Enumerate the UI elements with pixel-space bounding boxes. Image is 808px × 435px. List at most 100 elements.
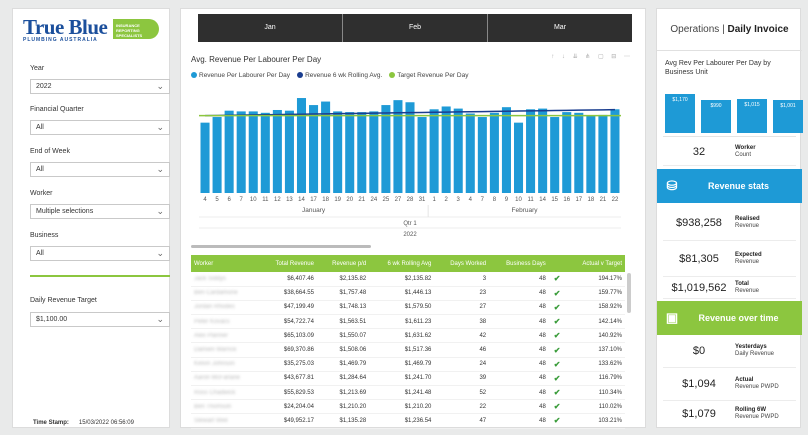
table-row[interactable]: Kelvin Johnson $35,275.03 $1,469.79 $1,469.… [191,357,625,372]
table-cell: $1,210.20 [316,399,370,415]
table-cell: $1,757.48 [316,286,370,301]
table-body: Jack Siddys $6,407.46 $2,135.82 $2,135.82 3 4… [191,272,625,429]
table-cell: Ben Cardamone [191,286,259,301]
chart-bar [369,111,379,193]
table-row[interactable]: Jordan Rhodes $47,199.49 $1,748.13 $1,579.5… [191,300,625,316]
filter-worker-select[interactable]: Multiple selections ⌄ [30,204,170,219]
stat-expected-value: $81,305 [679,252,719,265]
stat-actual-label: Actual Revenue PWPD [735,377,796,391]
chart-bar [393,100,403,193]
divider [663,136,796,137]
business-unit-bar: $1,015 [737,99,767,133]
x-tick-label: 11 [262,197,269,203]
table-cell: 159.77% [565,286,625,301]
table-scrollbar[interactable] [627,273,631,313]
filter-quarter-select[interactable]: All ⌄ [30,120,170,135]
stat-actual-label-main: Actual [735,377,754,383]
column-header[interactable]: Revenue p/d [316,255,370,272]
table-row[interactable]: Alex Planner $65,103.09 $1,550.07 $1,631.62… [191,328,625,344]
check-icon: ✔ [548,371,566,387]
month-slicer: Jan Feb Mar [198,14,632,42]
table-row[interactable]: Damien Warrick $69,370.86 $1,508.06 $1,517.… [191,342,625,358]
table-cell: 48 [489,399,549,415]
chart-bar [429,109,439,193]
table-cell: $1,213.69 [316,385,370,401]
x-tick-label: 28 [407,197,414,203]
table-cell: 103.21% [565,413,625,429]
stat-total: $1,019,562 Total Revenue [663,277,796,299]
filter-business-select[interactable]: All ⌄ [30,246,170,261]
chart-toolbar[interactable]: ↑ ↓ ⇊ ⋔ ▢ ⊟ ⋯ [551,53,633,60]
filter-year-select[interactable]: 2022 ⌄ [30,79,170,94]
column-header[interactable]: Total Revenue [258,255,317,272]
table-cell: 47 [434,413,490,429]
filter-week-select[interactable]: All ⌄ [30,162,170,177]
table-cell: 137.10% [565,342,625,358]
logo-brand: True Blue [23,15,108,39]
table-cell: 48 [489,357,549,372]
table-cell: $49,952.17 [258,413,317,429]
column-header[interactable]: Worker [191,255,259,272]
filter-quarter-value: All [36,124,44,131]
x-tick-label: 21 [600,197,607,203]
table-cell: $1,236.54 [369,413,435,429]
table-cell: 3 [434,272,490,287]
month-feb[interactable]: Feb [343,14,488,42]
legend-dot [297,72,304,78]
x-tick-label: 24 [370,197,377,203]
table-row[interactable]: Peter Kovacs $54,722.74 $1,563.51 $1,611.23… [191,314,625,330]
legend-dot [389,72,396,78]
table-cell: 24 [434,357,490,372]
chart-bar [417,117,427,193]
table-cell: 48 [489,342,549,358]
table-row[interactable]: Stewart Weil $49,952.17 $1,135.28 $1,236.54… [191,413,625,429]
chart-bar [501,107,511,193]
table-row[interactable]: Aaron McFarlane $43,677.81 $1,284.64 $1,241… [191,371,625,387]
x-tick-label: 17 [575,197,582,203]
column-header [548,255,566,272]
table-cell: $1,563.51 [316,314,370,330]
legend-item: Revenue Per Labourer Per Day [191,72,290,79]
table-cell: 48 [489,413,549,429]
stat-expected-label-sub: Revenue [735,258,760,265]
check-icon: ✔ [548,314,566,330]
revenue-target-value: $1,100.00 [36,316,68,323]
table-row[interactable]: Ben Thomson $24,204.04 $1,210.20 $1,210.20 2… [191,399,625,415]
x-group-label: January [302,207,326,214]
column-header[interactable]: 6 wk Rolling Avg [369,255,435,272]
month-mar[interactable]: Mar [488,14,632,42]
x-tick-label: 22 [612,197,619,203]
table-cell: $1,284.64 [316,371,370,387]
logo-tag: INSURANCE REPORTING SPECIALISTS [113,19,159,39]
column-header[interactable]: Business Days [489,255,549,272]
check-icon: ✔ [548,272,566,287]
stat-total-value: $1,019,562 [671,281,727,294]
table-cell: $1,550.07 [316,328,370,344]
legend-label: Revenue 6 wk Rolling Avg. [305,72,383,79]
filter-business-label: Business [30,232,59,239]
table-cell: 48 [489,300,549,316]
chart-bar [357,112,367,193]
table-row[interactable]: Ross Chadwick $55,829.53 $1,213.69 $1,241.4… [191,385,625,401]
x-tick-label: 9 [505,197,509,203]
table-cell: $2,135.82 [369,272,435,287]
filter-panel: True Blue PLUMBING AUSTRALIA INSURANCE R… [12,8,170,428]
table-header: Worker Total Revenue Revenue p/d 6 wk Rolli… [191,255,625,272]
table-row[interactable]: Ben Cardamone $38,664.55 $1,757.48 $1,446.1… [191,286,625,301]
table-row[interactable]: Jack Siddys $6,407.46 $2,135.82 $2,135.82 3 4… [191,272,625,287]
revenue-target-select[interactable]: $1,100.00 ⌄ [30,312,170,327]
chart-scrollbar[interactable] [191,245,371,248]
x-tick-label: 1 [432,197,436,203]
month-jan[interactable]: Jan [198,14,343,42]
chart-bar [260,112,270,193]
quarter-label: Qtr 1 [403,221,417,227]
filter-business-value: All [36,250,44,257]
chart-bar [562,112,572,193]
chart-bar [550,117,560,193]
x-tick-label: 4 [469,197,473,203]
column-header[interactable]: Days Worked [434,255,490,272]
table-cell: 23 [434,286,490,301]
column-header[interactable]: Actual v Target [565,255,625,272]
check-icon: ✔ [548,413,566,429]
x-tick-label: 3 [457,197,461,203]
